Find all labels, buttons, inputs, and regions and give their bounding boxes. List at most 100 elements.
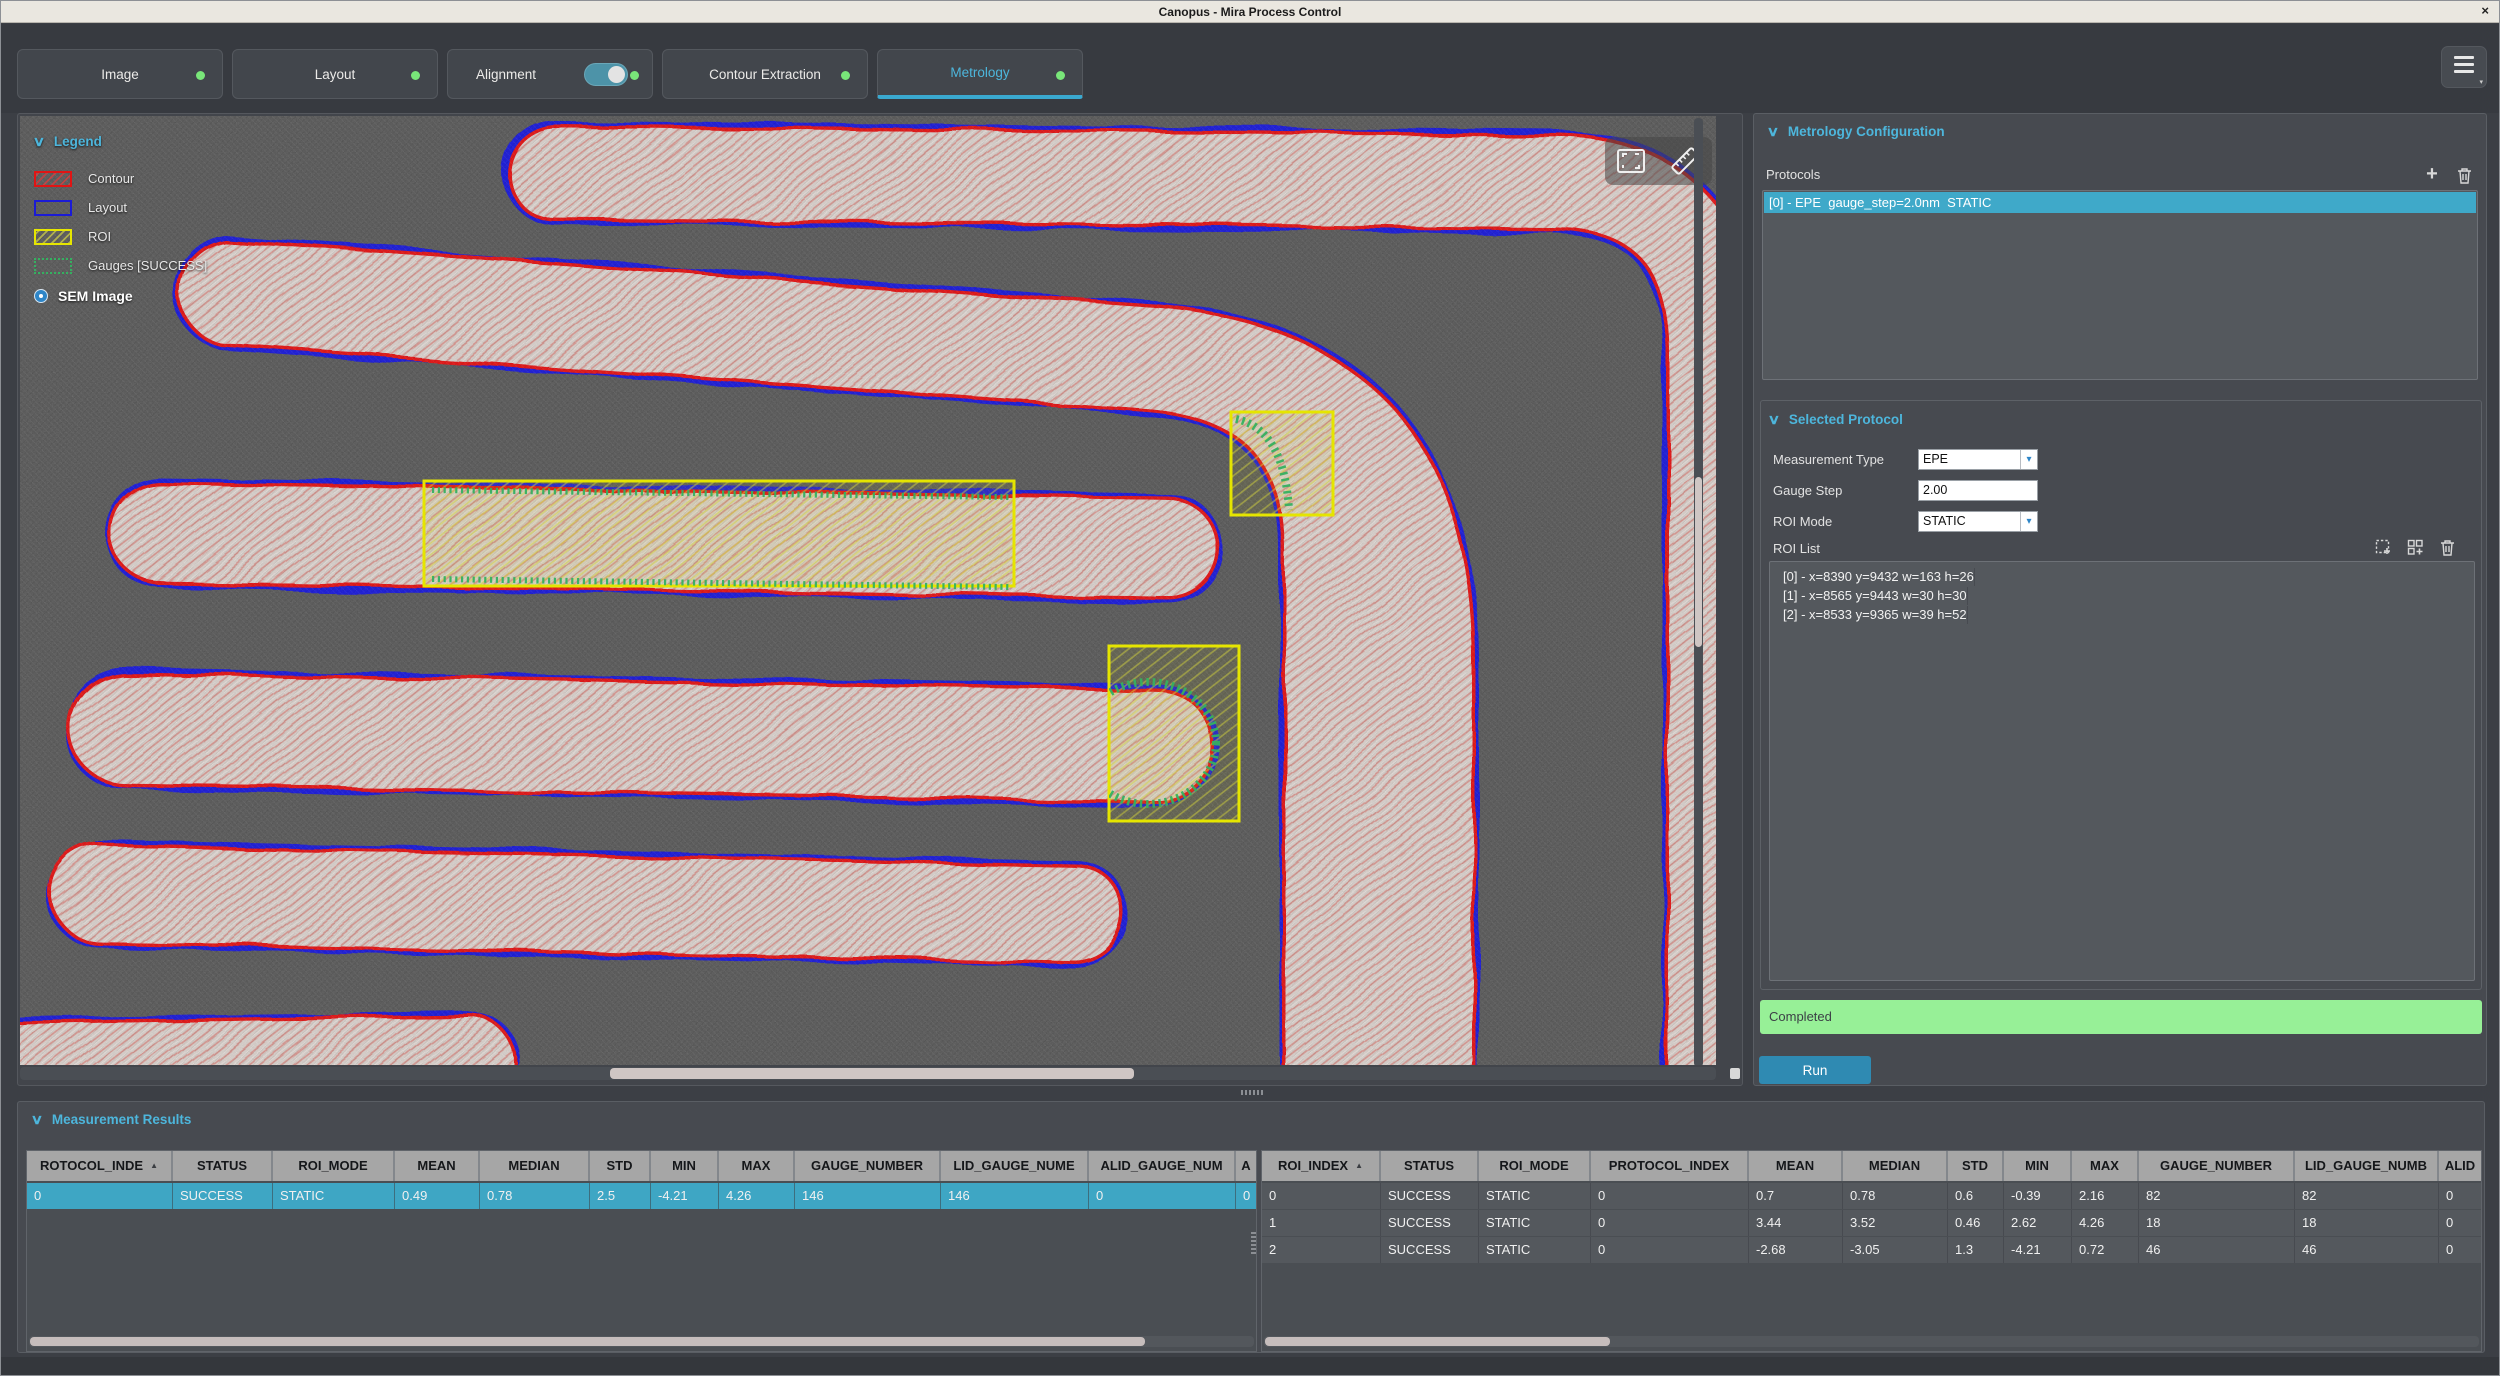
metrology-config-header[interactable]: Metrology Configuration [1768, 124, 1945, 140]
cell: -2.68 [1749, 1237, 1843, 1263]
contour-swatch-icon [34, 170, 72, 187]
dropdown-arrow-icon[interactable] [2020, 449, 2037, 469]
delete-protocol-icon[interactable] [2454, 165, 2474, 185]
roi-list-item[interactable]: [2] - x=8533 y=9365 w=39 h=52 [1776, 606, 2474, 624]
add-roi-grid-icon[interactable] [2405, 537, 2425, 557]
tab-layout[interactable]: Layout [232, 49, 438, 99]
legend-item-contour[interactable]: Contour [34, 164, 207, 193]
cell: ROI_MODE [1479, 1151, 1591, 1181]
cell: MEDIAN [480, 1151, 590, 1181]
toggle-knob [608, 66, 625, 83]
cell: 146 [941, 1183, 1089, 1209]
hamburger-menu-icon[interactable]: ▾ [2441, 46, 2487, 88]
cell: 2.5 [590, 1183, 651, 1209]
table-header-row[interactable]: ROTOCOL_INDESTATUSROI_MODEMEANMEDIANSTDM… [27, 1151, 1256, 1181]
cell: 0.49 [395, 1183, 480, 1209]
legend-item-roi[interactable]: ROI [34, 222, 207, 251]
cell: GAUGE_NUMBER [795, 1151, 941, 1181]
scrollbar-thumb[interactable] [1265, 1337, 1610, 1346]
cell: 46 [2139, 1237, 2295, 1263]
close-icon[interactable]: × [2481, 3, 2489, 18]
alignment-toggle[interactable] [584, 63, 628, 86]
sem-image-radio-row[interactable]: SEM Image [34, 288, 207, 304]
table-row[interactable]: 0 SUCCESS STATIC 0 0.7 0.78 0.6 -0.39 2.16 82 82 0 [1262, 1183, 2481, 1209]
viewer-horizontal-scrollbar[interactable] [20, 1067, 1716, 1080]
draw-roi-icon[interactable] [2373, 537, 2393, 557]
cell: MEAN [395, 1151, 480, 1181]
cell: STATIC [1479, 1237, 1591, 1263]
gauge-step-input[interactable]: 2.00 [1918, 479, 2038, 501]
table-horizontal-scrollbar[interactable] [1264, 1336, 2479, 1347]
window-bottom-strip [1, 1357, 2499, 1375]
title-bar: Canopus - Mira Process Control × [1, 1, 2499, 23]
status-dot-icon [411, 71, 420, 80]
table-horizontal-scrollbar[interactable] [29, 1336, 1254, 1347]
cell: 1 [1262, 1210, 1381, 1236]
cell: PROTOCOL_INDEX [1591, 1151, 1749, 1181]
viewer-vertical-scrollbar[interactable] [1694, 118, 1703, 1065]
roi-list[interactable]: [0] - x=8390 y=9432 w=163 h=26 [1] - x=85… [1769, 561, 2475, 981]
tab-label: Contour Extraction [709, 66, 821, 82]
legend-label: Layout [88, 200, 128, 215]
status-dot-icon [630, 71, 639, 80]
cell: ROI_INDEX [1262, 1151, 1381, 1181]
cell: STATIC [1479, 1183, 1591, 1209]
legend-item-layout[interactable]: Layout [34, 193, 207, 222]
scrollbar-thumb[interactable] [610, 1068, 1134, 1079]
cell: 0.46 [1948, 1210, 2004, 1236]
cell: 0.6 [1948, 1183, 2004, 1209]
main-toolbar: Image Layout Alignment Contour Extractio… [1, 24, 2499, 113]
selected-protocol-header[interactable]: Selected Protocol [1769, 412, 1903, 428]
cell: 1.3 [1948, 1237, 2004, 1263]
vertical-splitter-handle[interactable] [1251, 1232, 1256, 1254]
radio-selected-icon[interactable] [34, 289, 48, 303]
roi-results-table: ROI_INDEXSTATUSROI_MODEPROTOCOL_INDEXMEA… [1261, 1150, 2482, 1352]
cell: 0 [2439, 1183, 2481, 1209]
table-body: 0 SUCCESS STATIC 0 0.7 0.78 0.6 -0.39 2.16 82 82 0 1… [1262, 1183, 2481, 1263]
legend-title: Legend [34, 134, 207, 150]
sem-viewer-panel: Legend Contour Layout ROI Gauges [SUCCES… [17, 113, 1743, 1086]
menu-bar [2454, 70, 2474, 73]
scrollbar-thumb[interactable] [30, 1337, 1145, 1346]
roi-list-item[interactable]: [1] - x=8565 y=9443 w=30 h=30 [1776, 587, 2474, 605]
roi-mode-select[interactable]: STATIC [1918, 510, 2038, 532]
table-row[interactable]: 1 SUCCESS STATIC 0 3.44 3.52 0.46 2.62 4.26 18 18 0 [1262, 1210, 2481, 1236]
header-row[interactable]: ROTOCOL_INDESTATUSROI_MODEMEANMEDIANSTDM… [27, 1151, 1256, 1181]
tab-contour-extraction[interactable]: Contour Extraction [662, 49, 868, 99]
sem-image [20, 116, 1716, 1065]
header-row[interactable]: ROI_INDEXSTATUSROI_MODEPROTOCOL_INDEXMEA… [1262, 1151, 2481, 1181]
tab-alignment[interactable]: Alignment [447, 49, 653, 99]
measurement-type-select[interactable]: EPE [1918, 448, 2038, 470]
cell: MAX [2072, 1151, 2139, 1181]
cell: 2 [1262, 1237, 1381, 1263]
legend-item-gauges[interactable]: Gauges [SUCCESS] [34, 251, 207, 280]
table-header-row[interactable]: ROI_INDEXSTATUSROI_MODEPROTOCOL_INDEXMEA… [1262, 1151, 2481, 1181]
cell: STATIC [1479, 1210, 1591, 1236]
dropdown-arrow-icon[interactable] [2020, 511, 2037, 531]
menu-bar [2454, 56, 2474, 59]
measurement-results-header[interactable]: Measurement Results [32, 1112, 192, 1128]
roi-swatch-icon [34, 228, 72, 245]
tab-label: Layout [314, 66, 356, 82]
add-protocol-icon[interactable]: + [2422, 164, 2442, 184]
delete-roi-icon[interactable] [2437, 537, 2457, 557]
sem-image-canvas[interactable]: Legend Contour Layout ROI Gauges [SUCCES… [20, 116, 1716, 1065]
legend-label: Contour [88, 171, 135, 186]
tab-metrology[interactable]: Metrology [877, 49, 1083, 99]
protocols-list[interactable]: [0] - EPE gauge_step=2.0nm STATIC [1762, 190, 2478, 380]
roi-list-item[interactable]: [0] - x=8390 y=9432 w=163 h=26 [1776, 568, 2474, 586]
protocol-item-selected[interactable]: [0] - EPE gauge_step=2.0nm STATIC [1764, 192, 2476, 213]
gauges-swatch-icon [34, 257, 72, 274]
table-row[interactable]: 0 SUCCESS STATIC 0.49 0.78 2.5 -4.21 4.26 146 146… [27, 1183, 1256, 1209]
status-dot-icon [841, 71, 850, 80]
fit-view-icon[interactable] [1615, 147, 1647, 175]
cell: MIN [2004, 1151, 2072, 1181]
scrollbar-thumb[interactable] [1695, 477, 1702, 647]
chevron-down-icon[interactable] [33, 134, 46, 150]
run-button[interactable]: Run [1759, 1056, 1871, 1084]
tab-image[interactable]: Image [17, 49, 223, 99]
roi-list-label: ROI List [1773, 541, 1820, 556]
horizontal-splitter-handle[interactable] [1241, 1090, 1263, 1095]
table-row[interactable]: 2 SUCCESS STATIC 0 -2.68 -3.05 1.3 -4.21 0.72 46 4… [1262, 1237, 2481, 1263]
cell: [0] - x=8390 y=9432 w=163 h=26 [1776, 568, 1975, 586]
